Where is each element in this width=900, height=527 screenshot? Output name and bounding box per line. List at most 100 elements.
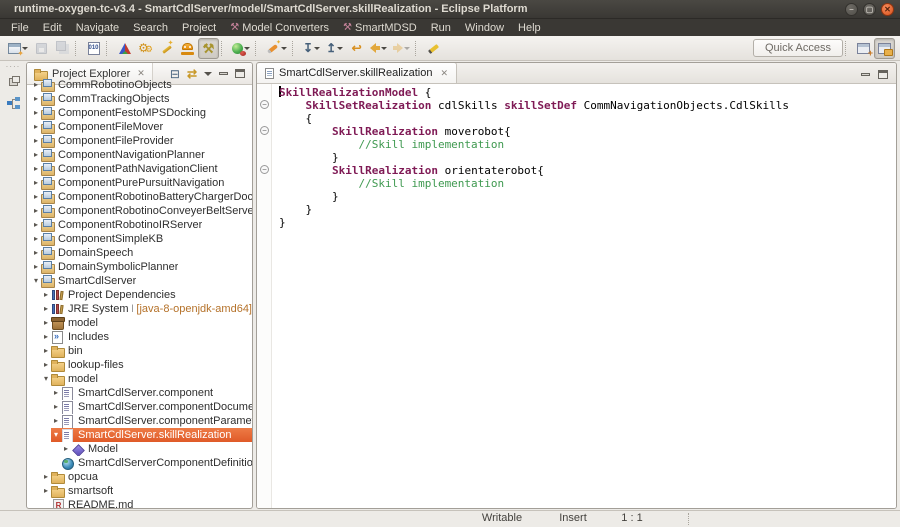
tree-row[interactable]: ▸Model <box>27 442 252 456</box>
editor-tab[interactable]: SmartCdlServer.skillRealization ✕ <box>257 62 457 83</box>
maximize-window-button[interactable]: ▢ <box>863 3 876 16</box>
menu-help[interactable]: Help <box>511 19 548 36</box>
tree-row[interactable]: ▸SmartCdlServer.component <box>27 386 252 400</box>
chevron-right-icon[interactable]: ▸ <box>31 206 41 216</box>
last-edit-location-button[interactable]: ↩ <box>346 38 367 59</box>
binary-doc-button[interactable]: 010 <box>83 38 104 59</box>
tree-row[interactable]: ▸opcua <box>27 470 252 484</box>
chevron-right-icon[interactable]: ▸ <box>41 472 51 482</box>
tree-row[interactable]: ▾model <box>27 372 252 386</box>
back-button[interactable] <box>367 38 390 59</box>
current-perspective-button[interactable] <box>874 38 895 59</box>
minimize-window-button[interactable]: – <box>845 3 858 16</box>
chevron-right-icon[interactable]: ▸ <box>41 332 51 342</box>
tree-row[interactable]: ▸ComponentPurePursuitNavigation <box>27 176 252 190</box>
tree-row[interactable]: ▸ComponentPathNavigationClient <box>27 162 252 176</box>
pyramid-button[interactable] <box>114 38 135 59</box>
tree-row[interactable]: ▸SmartCdlServer.componentParameters <box>27 414 252 428</box>
chevron-right-icon[interactable]: ▸ <box>41 360 51 370</box>
new-skill-button[interactable] <box>229 38 253 59</box>
open-perspective-button[interactable] <box>853 38 874 59</box>
menu-file[interactable]: File <box>4 19 36 36</box>
save-all-button[interactable] <box>52 38 73 59</box>
chevron-right-icon[interactable]: ▸ <box>31 108 41 118</box>
tree-row[interactable]: ▸smartsoft <box>27 484 252 498</box>
robot-button[interactable] <box>177 38 198 59</box>
tree-row[interactable]: ▸ComponentFileProvider <box>27 134 252 148</box>
project-explorer-tree[interactable]: ▸CommRobotinoObjects▸CommTrackingObjects… <box>27 78 252 508</box>
editor-fold-ruler[interactable]: − − − <box>257 84 272 508</box>
tree-row[interactable]: ▾SmartCdlServer.skillRealization <box>27 428 252 442</box>
chevron-right-icon[interactable]: ▸ <box>31 136 41 146</box>
chevron-right-icon[interactable]: ▸ <box>51 416 61 426</box>
new-wizard-button[interactable] <box>5 38 31 59</box>
chevron-right-icon[interactable]: ▸ <box>51 402 61 412</box>
chevron-right-icon[interactable]: ▸ <box>41 486 51 496</box>
chevron-right-icon[interactable]: ▸ <box>61 444 71 454</box>
chevron-down-icon[interactable]: ▾ <box>41 374 51 384</box>
tree-row[interactable]: ▸ComponentNavigationPlanner <box>27 148 252 162</box>
chevron-right-icon[interactable]: ▸ <box>31 248 41 258</box>
fold-collapse-icon[interactable]: − <box>260 165 269 174</box>
chevron-right-icon[interactable]: ▸ <box>41 318 51 328</box>
fold-collapse-icon[interactable]: − <box>260 100 269 109</box>
chevron-right-icon[interactable]: ▸ <box>31 192 41 202</box>
tree-row[interactable]: ▸ComponentRobotinoIRServer <box>27 218 252 232</box>
tree-row[interactable]: ▸bin <box>27 344 252 358</box>
tools-button[interactable]: ⚒ <box>198 38 219 59</box>
maximize-editor-icon[interactable] <box>878 70 888 79</box>
menu-window[interactable]: Window <box>458 19 511 36</box>
chevron-right-icon[interactable]: ▸ <box>31 178 41 188</box>
chevron-right-icon[interactable]: ▸ <box>31 220 41 230</box>
chevron-right-icon[interactable]: ▸ <box>41 346 51 356</box>
chevron-right-icon[interactable]: ▸ <box>31 122 41 132</box>
highlighter-button[interactable] <box>423 38 444 59</box>
tree-row[interactable]: ▾SmartCdlServer <box>27 274 252 288</box>
menu-model-converters[interactable]: ⚒Model Converters <box>223 19 336 36</box>
restore-view-button[interactable] <box>3 73 23 91</box>
tree-row[interactable]: ▸ComponentRobotinoBatteryChargerDocking <box>27 190 252 204</box>
chevron-right-icon[interactable]: ▸ <box>31 80 41 90</box>
minimize-editor-icon[interactable] <box>861 73 870 76</box>
tree-row[interactable]: ▸CommRobotinoObjects <box>27 78 252 92</box>
close-window-button[interactable]: ✕ <box>881 3 894 16</box>
fold-collapse-icon[interactable]: − <box>260 126 269 135</box>
tree-row[interactable]: ▸CommTrackingObjects <box>27 92 252 106</box>
chevron-right-icon[interactable]: ▸ <box>31 150 41 160</box>
menu-run[interactable]: Run <box>424 19 458 36</box>
chevron-right-icon[interactable]: ▸ <box>51 388 61 398</box>
tree-row[interactable]: ▸model <box>27 316 252 330</box>
chevron-right-icon[interactable]: ▸ <box>31 164 41 174</box>
tree-row[interactable]: ▸Includes <box>27 330 252 344</box>
generate-gears-button[interactable]: ⚙⚙ <box>135 38 156 59</box>
project-explorer-shortcut-button[interactable] <box>3 94 23 112</box>
tree-row[interactable]: ▸Project Dependencies <box>27 288 252 302</box>
chevron-right-icon[interactable]: ▸ <box>31 94 41 104</box>
tree-row[interactable]: SmartCdlServerComponentDefinition.jpg <box>27 456 252 470</box>
save-button[interactable] <box>31 38 52 59</box>
tree-row[interactable]: ▸SmartCdlServer.componentDocumentatio <box>27 400 252 414</box>
forward-button[interactable] <box>390 38 413 59</box>
tree-row[interactable]: ▸DomainSpeech <box>27 246 252 260</box>
tree-row[interactable]: ▸DomainSymbolicPlanner <box>27 260 252 274</box>
tree-row[interactable]: ▸ComponentRobotinoConveyerBeltServer_OP <box>27 204 252 218</box>
chevron-right-icon[interactable]: ▸ <box>31 262 41 272</box>
tree-row[interactable]: ▸lookup-files <box>27 358 252 372</box>
menu-search[interactable]: Search <box>126 19 175 36</box>
maximize-view-icon[interactable] <box>235 69 245 78</box>
close-icon[interactable]: ✕ <box>440 68 448 79</box>
tree-row[interactable]: ▸ComponentFileMover <box>27 120 252 134</box>
tree-row[interactable]: ▸ComponentSimpleKB <box>27 232 252 246</box>
chevron-right-icon[interactable]: ▸ <box>41 290 51 300</box>
quick-access-button[interactable]: Quick Access <box>753 39 843 57</box>
chevron-right-icon[interactable]: ▸ <box>41 304 51 314</box>
tree-row[interactable]: README.md <box>27 498 252 508</box>
tree-row[interactable]: ▸ComponentFestoMPSDocking <box>27 106 252 120</box>
drag-handle[interactable]: ···· <box>0 61 26 70</box>
next-annotation-button[interactable]: ↧ <box>300 38 323 59</box>
menu-navigate[interactable]: Navigate <box>69 19 126 36</box>
tree-row[interactable]: ▸JRE System Library[java-8-openjdk-amd64… <box>27 302 252 316</box>
minimize-view-icon[interactable] <box>219 72 228 75</box>
menu-smartmdsd[interactable]: ⚒SmartMDSD <box>336 19 424 36</box>
menu-project[interactable]: Project <box>175 19 223 36</box>
